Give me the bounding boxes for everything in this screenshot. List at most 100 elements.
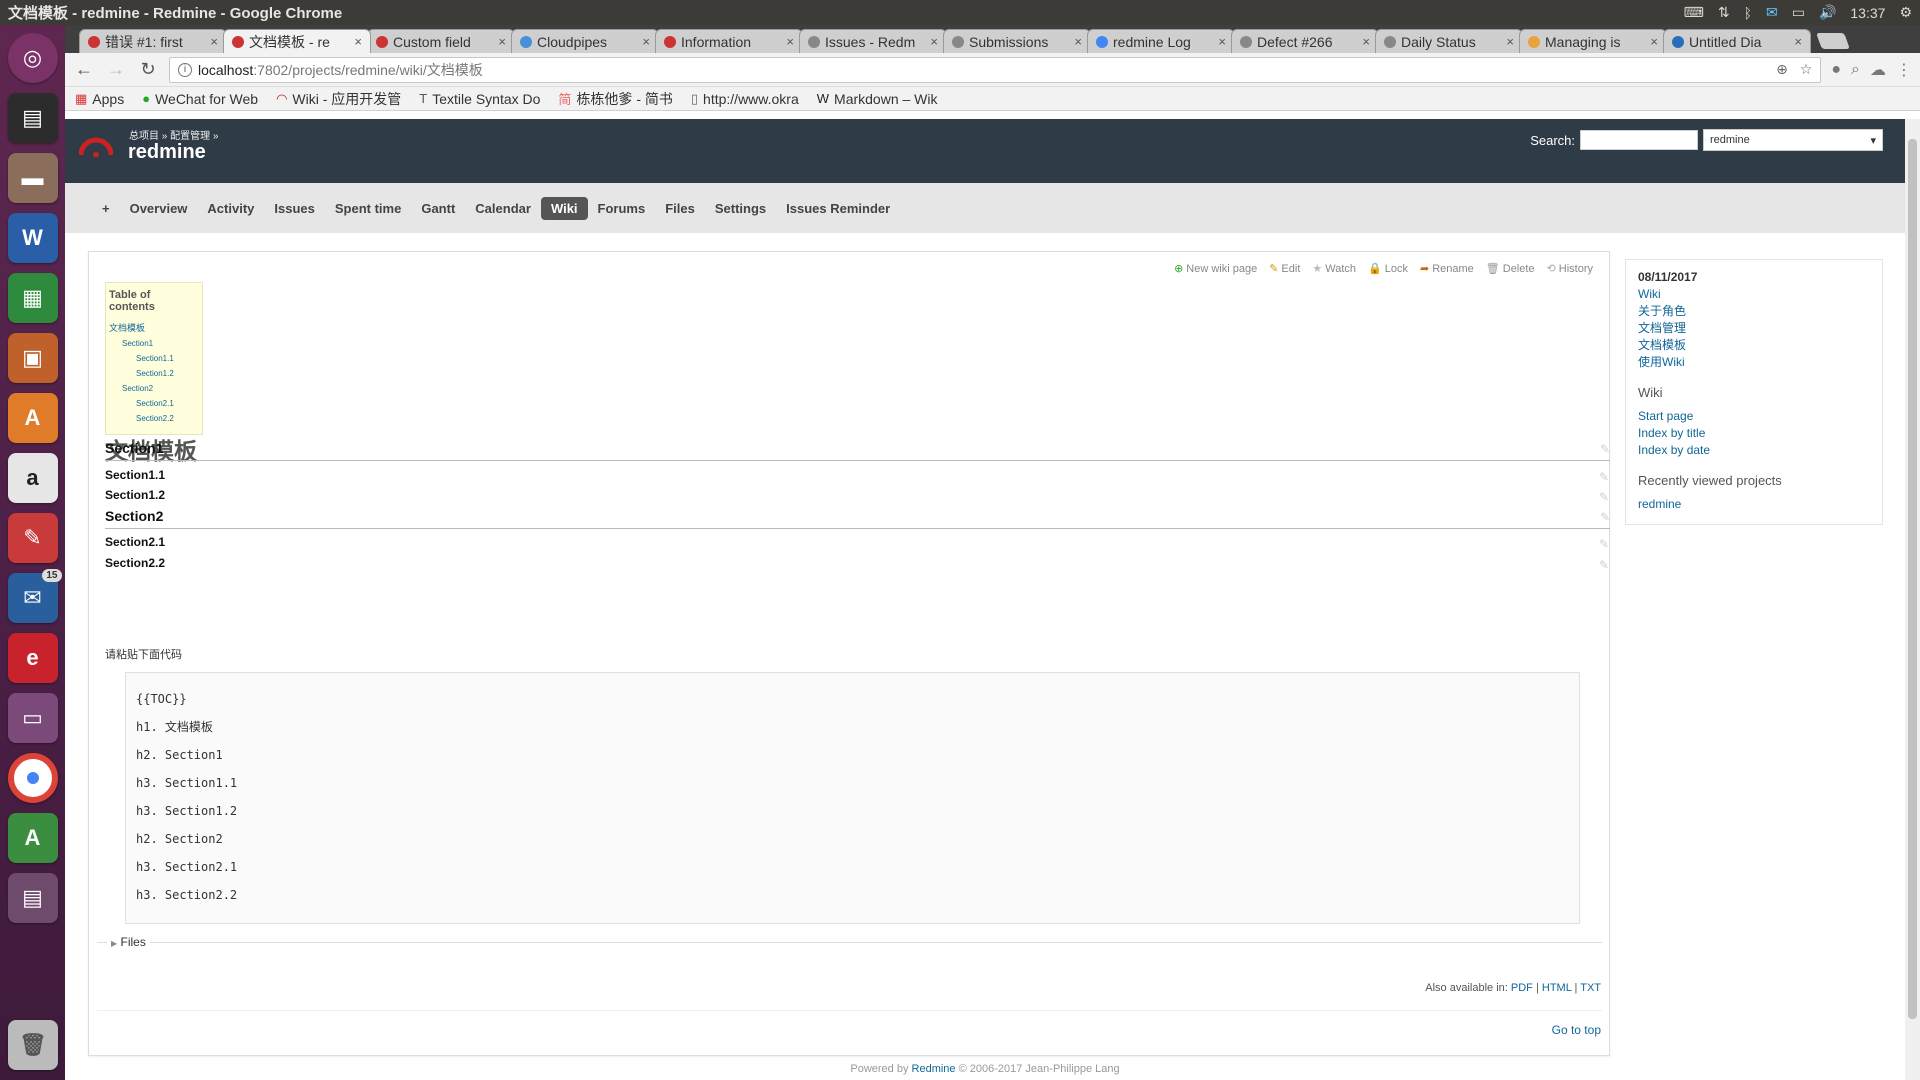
browser-tab[interactable]: 错误 #1: first × bbox=[79, 29, 227, 53]
menu-item-calendar[interactable]: Calendar bbox=[465, 197, 541, 220]
sidebar-recent-link[interactable]: 使用Wiki bbox=[1638, 354, 1870, 371]
bluetooth-icon[interactable]: ᛒ bbox=[1744, 5, 1752, 21]
network-icon[interactable]: ⇅ bbox=[1718, 4, 1730, 21]
browser-tab[interactable]: redmine Log × bbox=[1087, 29, 1235, 53]
menu-item-new-object[interactable]: + bbox=[92, 197, 120, 220]
gear-icon[interactable]: ⚙ bbox=[1899, 4, 1912, 21]
browser-tab[interactable]: Cloudpipes × bbox=[511, 29, 659, 53]
menu-item-issues-reminder[interactable]: Issues Reminder bbox=[776, 197, 900, 220]
clock[interactable]: 13:37 bbox=[1850, 5, 1885, 21]
sidebar-wiki-link[interactable]: Index by title bbox=[1638, 425, 1870, 442]
breadcrumb[interactable]: 总项目 » 配置管理 » bbox=[129, 127, 218, 142]
mail-icon[interactable]: ✉ bbox=[1766, 4, 1778, 21]
browser-tab[interactable]: Defect #266 × bbox=[1231, 29, 1379, 53]
menu-item-forums[interactable]: Forums bbox=[588, 197, 656, 220]
action-lock[interactable]: 🔒 Lock bbox=[1368, 262, 1408, 276]
menu-item-issues[interactable]: Issues bbox=[264, 197, 324, 220]
close-icon[interactable]: × bbox=[1794, 34, 1802, 49]
menu-item-spent-time[interactable]: Spent time bbox=[325, 197, 411, 220]
edit-section-icon[interactable]: ✎ bbox=[1599, 490, 1609, 504]
extension-cloud-icon[interactable]: ☁ bbox=[1870, 60, 1886, 80]
workspace-icon[interactable]: ▭ bbox=[7, 693, 58, 743]
bookmark-item[interactable]: ▯ http://www.okra bbox=[691, 91, 799, 107]
action-delete[interactable]: 🗑 Delete bbox=[1486, 262, 1535, 276]
close-icon[interactable]: × bbox=[1506, 34, 1514, 49]
action-new-wiki-page[interactable]: ⊕ New wiki page bbox=[1174, 262, 1257, 276]
calc-icon[interactable]: ▦ bbox=[7, 273, 58, 323]
volume-icon[interactable]: 🔊 bbox=[1819, 4, 1836, 21]
menu-item-settings[interactable]: Settings bbox=[705, 197, 776, 220]
go-to-top-link[interactable]: Go to top bbox=[1552, 1023, 1601, 1037]
footer-redmine-link[interactable]: Redmine bbox=[912, 1063, 956, 1075]
close-icon[interactable]: × bbox=[210, 34, 218, 49]
action-edit[interactable]: ✎ Edit bbox=[1269, 262, 1300, 276]
action-history[interactable]: ⟲ History bbox=[1547, 262, 1593, 276]
terminal-icon[interactable]: ▤ bbox=[7, 93, 58, 143]
amazon-icon[interactable]: a bbox=[7, 453, 58, 503]
menu-item-overview[interactable]: Overview bbox=[120, 197, 198, 220]
address-bar[interactable]: i localhost:7802/projects/redmine/wiki/文… bbox=[169, 56, 1822, 83]
trash-icon[interactable]: 🗑 bbox=[8, 1020, 58, 1070]
thunderbird-icon[interactable]: ✉ 15 bbox=[7, 569, 62, 623]
bookmark-item[interactable]: ● WeChat for Web bbox=[142, 91, 258, 107]
export-txt-link[interactable]: TXT bbox=[1580, 982, 1601, 994]
close-icon[interactable]: × bbox=[1074, 34, 1082, 49]
redmine-logo-icon[interactable] bbox=[79, 129, 113, 157]
forward-button[interactable]: → bbox=[105, 59, 127, 80]
evince-icon[interactable]: e bbox=[7, 633, 58, 683]
menu-item-wiki[interactable]: Wiki bbox=[540, 196, 588, 220]
browser-tab[interactable]: Daily Status × bbox=[1375, 29, 1523, 53]
browser-tab[interactable]: Information × bbox=[655, 29, 803, 53]
writer-icon[interactable]: W bbox=[7, 213, 58, 263]
toc-link[interactable]: Section1 bbox=[109, 336, 198, 351]
close-icon[interactable]: × bbox=[642, 34, 650, 49]
page-scrollbar[interactable] bbox=[1905, 119, 1920, 1080]
software-center-icon[interactable]: A bbox=[7, 393, 58, 443]
close-icon[interactable]: × bbox=[786, 34, 794, 49]
bookmark-item[interactable]: W Markdown – Wik bbox=[817, 91, 938, 107]
bookmark-item[interactable]: ▦ Apps bbox=[75, 91, 124, 107]
files-section[interactable]: ▶ Files bbox=[97, 935, 1602, 949]
search-input[interactable] bbox=[1580, 130, 1698, 150]
action-rename[interactable]: ➦ Rename bbox=[1420, 262, 1474, 276]
toc-link[interactable]: Section2 bbox=[109, 381, 198, 396]
toc-link[interactable]: Section1.1 bbox=[109, 351, 198, 366]
browser-tab[interactable]: Submissions × bbox=[943, 29, 1091, 53]
browser-tab[interactable]: Managing is × bbox=[1519, 29, 1667, 53]
browser-tab[interactable]: Custom field × bbox=[367, 29, 515, 53]
android-studio-icon[interactable]: A bbox=[7, 813, 58, 863]
toc-link[interactable]: 文档模板 bbox=[109, 321, 198, 336]
settings-icon[interactable]: ✎ bbox=[7, 513, 58, 563]
sidebar-project-link[interactable]: redmine bbox=[1638, 496, 1870, 513]
keyboard-icon[interactable]: ⌨ bbox=[1684, 4, 1704, 21]
new-tab-button[interactable] bbox=[1816, 33, 1850, 49]
menu-icon[interactable]: ⋮ bbox=[1896, 60, 1912, 80]
menu-item-gantt[interactable]: Gantt bbox=[411, 197, 465, 220]
edit-section-icon[interactable]: ✎ bbox=[1599, 558, 1609, 572]
edit-section-icon[interactable]: ✎ bbox=[1600, 510, 1610, 524]
project-jump-select[interactable]: redmine ▾ bbox=[1703, 129, 1883, 151]
battery-icon[interactable]: ▭ bbox=[1792, 4, 1805, 21]
close-icon[interactable]: × bbox=[1218, 34, 1226, 49]
edit-section-icon[interactable]: ✎ bbox=[1599, 537, 1609, 551]
export-html-link[interactable]: HTML bbox=[1542, 982, 1572, 994]
files-icon[interactable]: ▬ bbox=[7, 153, 58, 203]
bookmark-item[interactable]: 简栋栋他爹 - 简书 bbox=[558, 89, 672, 109]
workspace-switcher-icon[interactable]: ▤ bbox=[7, 873, 58, 923]
edit-section-icon[interactable]: ✎ bbox=[1600, 442, 1610, 456]
scrollbar-thumb[interactable] bbox=[1908, 139, 1917, 1019]
extension-search-icon[interactable]: ⌕ bbox=[1851, 61, 1860, 79]
close-icon[interactable]: × bbox=[498, 34, 506, 49]
action-watch[interactable]: ★ Watch bbox=[1312, 262, 1356, 276]
bookmark-item[interactable]: ◠ Wiki - 应用开发管 bbox=[276, 89, 401, 109]
sidebar-wiki-link[interactable]: Index by date bbox=[1638, 442, 1870, 459]
menu-item-files[interactable]: Files bbox=[655, 197, 705, 220]
files-toggle[interactable]: ▶ Files bbox=[107, 935, 150, 949]
sidebar-recent-link[interactable]: Wiki bbox=[1638, 286, 1870, 303]
chrome-icon[interactable] bbox=[7, 753, 58, 803]
close-icon[interactable]: × bbox=[354, 34, 362, 49]
toc-link[interactable]: Section2.2 bbox=[109, 411, 198, 426]
export-pdf-link[interactable]: PDF bbox=[1511, 982, 1533, 994]
close-icon[interactable]: × bbox=[930, 34, 938, 49]
browser-tab[interactable]: 文档模板 - re × bbox=[223, 29, 371, 53]
